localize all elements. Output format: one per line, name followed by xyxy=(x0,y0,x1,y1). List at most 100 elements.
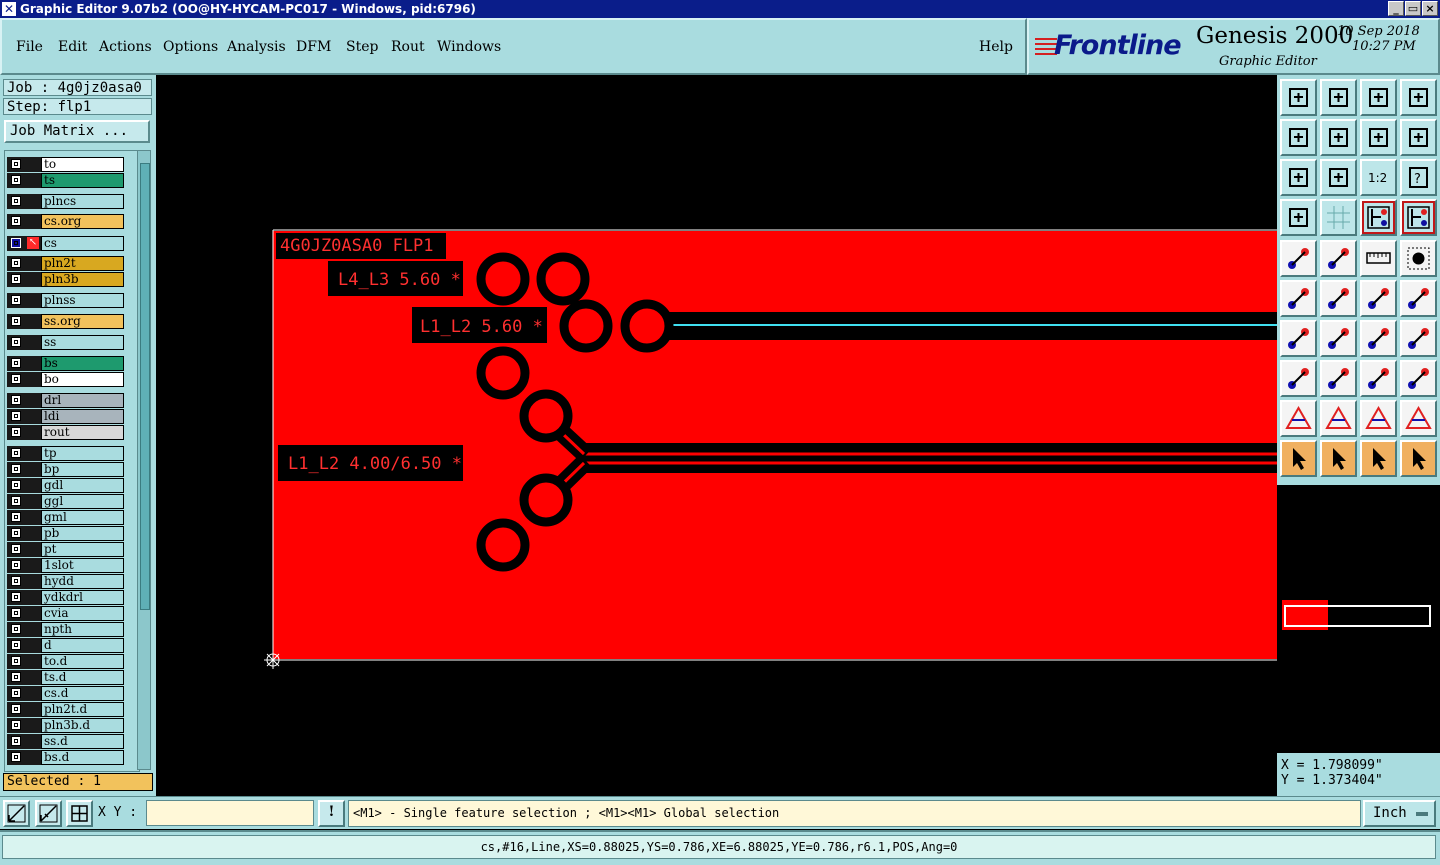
layer-row-rout[interactable]: rout xyxy=(7,425,127,440)
menu-file[interactable]: File xyxy=(16,39,43,55)
layer-props-button[interactable] xyxy=(1280,199,1317,236)
layer-row-cs-org[interactable]: cs.org xyxy=(7,214,127,229)
layer-row-pln2t[interactable]: pln2t xyxy=(7,256,127,271)
layer-checkbox[interactable] xyxy=(11,258,21,268)
layer-checkbox[interactable] xyxy=(11,656,21,666)
layer-name[interactable]: ts.d xyxy=(41,670,124,685)
layer-checkbox[interactable] xyxy=(11,196,21,206)
arc-button[interactable] xyxy=(1360,320,1397,357)
pad-move-button[interactable] xyxy=(1280,360,1317,397)
pan-left-button[interactable] xyxy=(1280,119,1317,156)
add-line-button[interactable] xyxy=(1320,240,1357,277)
layer-row-tp[interactable]: tp xyxy=(7,446,127,461)
layer-name[interactable]: ydkdrl xyxy=(41,590,124,605)
grid-toggle-button[interactable] xyxy=(1320,199,1357,236)
layer-name[interactable]: 1slot xyxy=(41,558,124,573)
layer-row-plnss[interactable]: plnss xyxy=(7,293,127,308)
layer-checkbox[interactable] xyxy=(11,358,21,368)
via-pad[interactable] xyxy=(476,252,530,306)
via-pad[interactable] xyxy=(476,518,530,572)
layer-checkbox[interactable] xyxy=(11,480,21,490)
net-toggle-button[interactable] xyxy=(1400,199,1437,236)
layer-name[interactable]: ss.org xyxy=(41,314,124,329)
xy-input[interactable] xyxy=(146,800,314,826)
redraw-button[interactable] xyxy=(1360,119,1397,156)
menu-step[interactable]: Step xyxy=(346,39,378,55)
draw-line-button[interactable] xyxy=(1320,320,1357,357)
via-pad[interactable] xyxy=(519,389,573,443)
pointer-poly-button[interactable] xyxy=(1360,440,1397,477)
layer-row-bo[interactable]: bo xyxy=(7,372,127,387)
layer-row-ts[interactable]: ts xyxy=(7,173,127,188)
layer-name[interactable]: npth xyxy=(41,622,124,637)
refresh-button[interactable] xyxy=(1400,119,1437,156)
layer-checkbox[interactable] xyxy=(11,672,21,682)
layer-checkbox[interactable] xyxy=(11,316,21,326)
layer-name[interactable]: to xyxy=(41,157,124,172)
layer-row-pt[interactable]: pt xyxy=(7,542,127,557)
window-icon-button[interactable] xyxy=(1400,79,1437,116)
layer-row-ldi[interactable]: ldi xyxy=(7,409,127,424)
grid-mode-button[interactable] xyxy=(66,800,93,827)
delete-x-button[interactable] xyxy=(1320,280,1357,317)
layer-name[interactable]: gdl xyxy=(41,478,124,493)
layer-checkbox[interactable] xyxy=(11,640,21,650)
layer-row-bs[interactable]: bs xyxy=(7,356,127,371)
home-up-button[interactable] xyxy=(1280,79,1317,116)
menu-help[interactable]: Help xyxy=(979,39,1013,55)
layer-name[interactable]: ss.d xyxy=(41,734,124,749)
add-pad-button[interactable] xyxy=(1280,240,1317,277)
layer-list-scrollbar[interactable] xyxy=(137,150,151,770)
layer-checkbox[interactable] xyxy=(11,295,21,305)
menu-rout[interactable]: Rout xyxy=(391,39,425,55)
layer-name[interactable]: pln2t xyxy=(41,256,124,271)
layer-row-ss-org[interactable]: ss.org xyxy=(7,314,127,329)
exclamation-button[interactable]: ! xyxy=(318,800,345,827)
layer-name[interactable]: cs.d xyxy=(41,686,124,701)
layer-row-cvia[interactable]: cvia xyxy=(7,606,127,621)
layer-name[interactable]: ts xyxy=(41,173,124,188)
move-point-button[interactable] xyxy=(1360,280,1397,317)
layer-checkbox[interactable] xyxy=(11,544,21,554)
minimize-button[interactable]: _ xyxy=(1388,1,1404,16)
via-pad[interactable] xyxy=(476,346,530,400)
layer-checkbox[interactable] xyxy=(11,175,21,185)
layer-row-ydkdrl[interactable]: ydkdrl xyxy=(7,590,127,605)
layer-name[interactable]: ldi xyxy=(41,409,124,424)
layer-checkbox[interactable] xyxy=(11,337,21,347)
layer-name[interactable]: pb xyxy=(41,526,124,541)
layer-name[interactable]: cs xyxy=(41,236,124,251)
angle-line-button[interactable] xyxy=(1280,320,1317,357)
layer-name[interactable]: gml xyxy=(41,510,124,525)
layer-row-cs-d[interactable]: cs.d xyxy=(7,686,127,701)
layer-row-hydd[interactable]: hydd xyxy=(7,574,127,589)
layer-name[interactable]: bs xyxy=(41,356,124,371)
ruler-button[interactable] xyxy=(1360,240,1397,277)
snap-point-button[interactable] xyxy=(1400,280,1437,317)
layer-row-gml[interactable]: gml xyxy=(7,510,127,525)
layer-checkbox[interactable] xyxy=(11,688,21,698)
layer-checkbox[interactable] xyxy=(11,374,21,384)
triangle-a-button[interactable] xyxy=(1320,400,1357,437)
via-pad[interactable] xyxy=(519,473,573,527)
layer-checkbox[interactable] xyxy=(11,427,21,437)
net-highlight-button[interactable] xyxy=(1360,199,1397,236)
layer-name[interactable]: tp xyxy=(41,446,124,461)
layer-row-ts-d[interactable]: ts.d xyxy=(7,670,127,685)
layer-name[interactable]: ggl xyxy=(41,494,124,509)
layer-row-gdl[interactable]: gdl xyxy=(7,478,127,493)
via-pad[interactable] xyxy=(620,299,674,353)
unit-select[interactable]: Inch xyxy=(1363,800,1436,827)
pointer-select-button[interactable] xyxy=(1280,440,1317,477)
layer-name[interactable]: bp xyxy=(41,462,124,477)
layer-checkbox[interactable] xyxy=(11,528,21,538)
layer-row-ss-d[interactable]: ss.d xyxy=(7,734,127,749)
pointer-box-button[interactable] xyxy=(1320,440,1357,477)
layer-checkbox[interactable] xyxy=(11,736,21,746)
via-pad[interactable] xyxy=(559,299,613,353)
layer-row-drl[interactable]: drl xyxy=(7,393,127,408)
layer-name[interactable]: drl xyxy=(41,393,124,408)
layer-name[interactable]: pt xyxy=(41,542,124,557)
layer-checkbox[interactable] xyxy=(11,560,21,570)
overview-window[interactable] xyxy=(1277,485,1440,753)
